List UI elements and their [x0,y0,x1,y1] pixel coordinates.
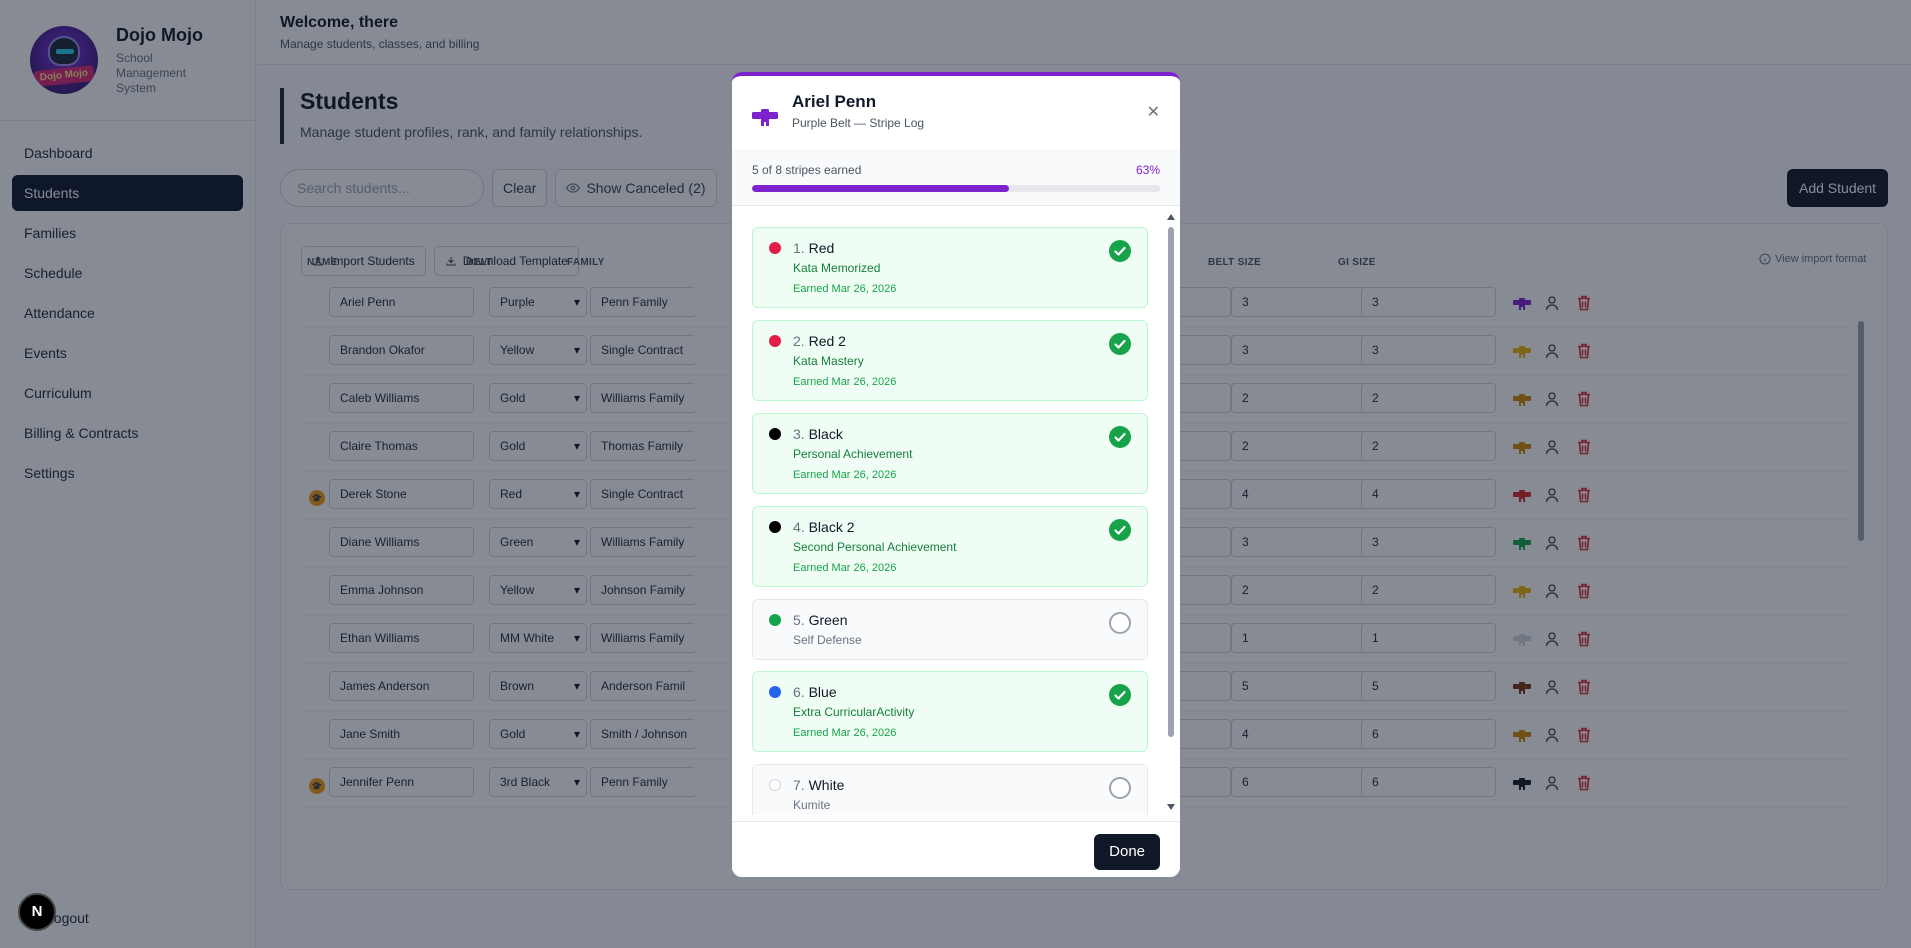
stripe-color-dot [769,335,781,347]
stripe-earned-date: Earned Mar 26, 2026 [793,469,897,481]
stripe-number: 4. [793,519,805,535]
stripe-list: 1. Red Kata Memorized Earned Mar 26, 2026 2… [732,211,1180,815]
stripe-name: Red 2 [808,333,846,349]
stripe-number: 7. [793,777,805,793]
modal-header: Ariel Penn Purple Belt — Stripe Log ✕ [732,76,1180,151]
stripe-earned-date: Earned Mar 26, 2026 [793,727,897,739]
stripe-requirement: Second Personal Achievement [793,540,957,554]
stripe-color-dot [769,242,781,254]
empty-circle-icon[interactable] [1109,612,1131,634]
stripe-requirement: Kumite [793,798,831,812]
scroll-down-arrow-icon[interactable] [1166,803,1176,811]
stripe-color-dot [769,686,781,698]
stripe-number: 5. [793,612,805,628]
belt-icon [752,109,778,126]
stripe-requirement: Kata Memorized [793,261,881,275]
stripe-log-modal: Ariel Penn Purple Belt — Stripe Log ✕ 5 … [732,72,1180,877]
stripe-number: 3. [793,426,805,442]
close-icon[interactable]: ✕ [1147,102,1160,122]
stripe-name: Blue [808,684,837,700]
check-circle-icon[interactable] [1109,684,1131,706]
stripe-requirement: Extra CurricularActivity [793,705,915,719]
check-circle-icon[interactable] [1109,519,1131,541]
stripe-number: 6. [793,684,805,700]
stripe-name: Red [808,240,835,256]
empty-circle-icon[interactable] [1109,777,1131,799]
next-dev-badge[interactable]: N [18,893,56,931]
stripe-color-dot [769,428,781,440]
stripe-name: White [808,777,845,793]
stripe-card[interactable]: 5. Green Self Defense [752,599,1148,660]
stripe-card[interactable]: 2. Red 2 Kata Mastery Earned Mar 26, 2026 [752,320,1148,401]
stripe-color-dot [769,779,781,791]
stripe-card[interactable]: 6. Blue Extra CurricularActivity Earned Ma… [752,671,1148,752]
stripe-card[interactable]: 1. Red Kata Memorized Earned Mar 26, 2026 [752,227,1148,308]
stripe-name: Green [808,612,848,628]
progress-percent: 63% [1135,163,1160,177]
progress-bar [752,185,1160,192]
stripe-earned-date: Earned Mar 26, 2026 [793,376,897,388]
stripe-requirement: Kata Mastery [793,354,864,368]
modal-scroll-thumb[interactable] [1168,227,1174,737]
modal-scrollbar[interactable] [1166,211,1176,815]
check-circle-icon[interactable] [1109,333,1131,355]
stripe-color-dot [769,521,781,533]
done-button[interactable]: Done [1094,834,1160,870]
stripe-number: 2. [793,333,805,349]
stripe-progress: 5 of 8 stripes earned 63% [732,151,1180,206]
modal-footer: Done [732,821,1180,877]
progress-bar-fill [752,185,1010,192]
stripe-earned-date: Earned Mar 26, 2026 [793,283,897,295]
stripe-earned-date: Earned Mar 26, 2026 [793,562,897,574]
scroll-up-arrow-icon[interactable] [1166,213,1176,221]
stripe-card[interactable]: 7. White Kumite [752,764,1148,815]
progress-text: 5 of 8 stripes earned [752,163,862,177]
stripe-name: Black [808,426,843,442]
check-circle-icon[interactable] [1109,426,1131,448]
stripe-card[interactable]: 4. Black 2 Second Personal Achievement Ear… [752,506,1148,587]
modal-subtitle: Purple Belt — Stripe Log [792,116,925,130]
stripe-card[interactable]: 3. Black Personal Achievement Earned Mar 2… [752,413,1148,494]
stripe-number: 1. [793,240,805,256]
stripe-name: Black 2 [808,519,855,535]
stripe-color-dot [769,614,781,626]
modal-title: Ariel Penn [792,92,877,111]
check-circle-icon[interactable] [1109,240,1131,262]
stripe-requirement: Personal Achievement [793,447,913,461]
stripe-requirement: Self Defense [793,633,862,647]
